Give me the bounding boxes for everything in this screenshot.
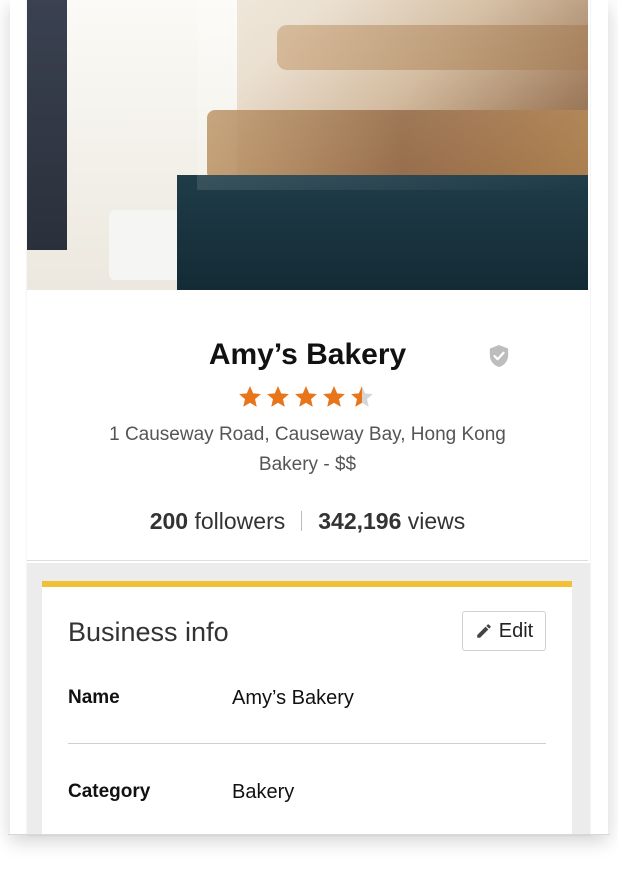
info-section-bg: Business info Edit Name Amy’s Bakery Cat… (27, 563, 590, 835)
stats-separator (301, 511, 303, 531)
star-icon (239, 386, 261, 407)
views-count: 342,196 (318, 508, 402, 534)
cover-photo (27, 0, 588, 290)
photo-glass (197, 0, 588, 190)
stats: 200 followers 342,196 views (27, 508, 588, 535)
star-icon (295, 386, 317, 407)
business-name: Amy’s Bakery (208, 338, 407, 371)
business-summary: Amy’s Bakery 1 Causeway Road, Causeway B… (27, 290, 588, 562)
views-label: views (401, 508, 466, 534)
business-info-card: Business info Edit Name Amy’s Bakery Cat… (42, 581, 572, 835)
bottom-edge (8, 834, 610, 835)
info-row-label: Name (68, 687, 120, 708)
photo-display-case (177, 175, 588, 290)
row-divider (68, 743, 546, 744)
photo-bin (109, 210, 183, 280)
edit-button[interactable]: Edit (462, 611, 546, 651)
category-price: Bakery - $$ (258, 454, 357, 475)
address: 1 Causeway Road, Causeway Bay, Hong Kong (109, 424, 506, 445)
followers-label: followers (188, 508, 286, 534)
followers-count: 200 (149, 508, 189, 534)
edit-label: Edit (498, 619, 534, 642)
business-info-title: Business info (68, 617, 229, 647)
summary-divider (27, 560, 588, 561)
rating-stars (237, 384, 375, 412)
star-icon (323, 386, 345, 407)
info-row-value: Bakery (232, 781, 295, 803)
business-card: Amy’s Bakery 1 Causeway Road, Causeway B… (27, 0, 590, 835)
pencil-icon (477, 624, 491, 638)
star-icon (267, 386, 289, 407)
star-icon (351, 386, 373, 407)
verified-shield-icon (489, 345, 509, 367)
info-row-value: Amy’s Bakery (232, 687, 354, 709)
info-row-label: Category (68, 781, 151, 802)
photo-person (27, 0, 67, 250)
